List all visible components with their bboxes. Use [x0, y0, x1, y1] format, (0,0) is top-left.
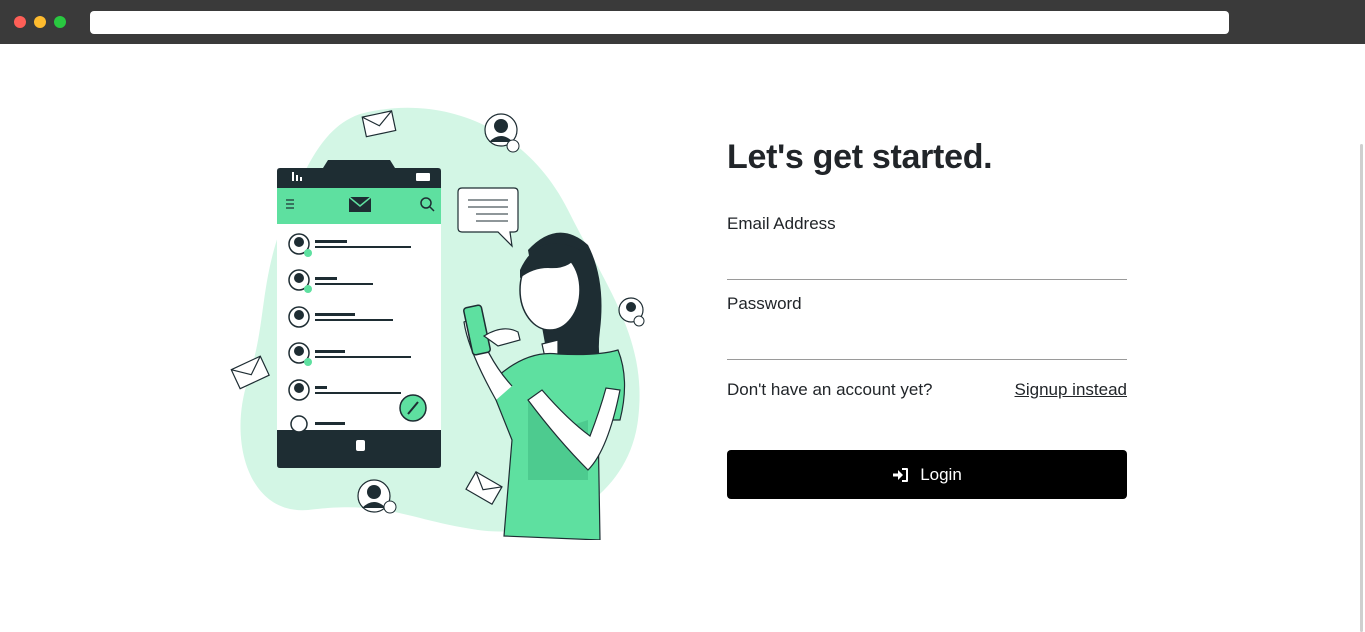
woman-with-phone-illustration — [230, 107, 645, 540]
close-window-button[interactable] — [14, 16, 26, 28]
email-field[interactable] — [727, 234, 1127, 280]
browser-chrome — [0, 0, 1365, 44]
maximize-window-button[interactable] — [54, 16, 66, 28]
signup-prompt: Don't have an account yet? — [727, 380, 933, 399]
sign-in-icon — [893, 467, 909, 482]
signup-link[interactable]: Signup instead — [1015, 380, 1127, 400]
login-page — [0, 44, 1365, 632]
login-label: Login — [920, 464, 962, 484]
login-button[interactable]: Login — [727, 450, 1127, 499]
address-bar[interactable] — [90, 11, 1229, 34]
password-label: Password — [727, 294, 802, 313]
email-label: Email Address — [727, 214, 836, 233]
password-field[interactable] — [727, 314, 1127, 360]
scrollbar[interactable] — [1360, 144, 1363, 632]
page-title: Let's get started. — [727, 138, 993, 176]
signup-row: Don't have an account yet? Signup instea… — [727, 380, 1127, 400]
login-form: Let's get started. Email Address Passwor… — [727, 138, 1127, 499]
minimize-window-button[interactable] — [34, 16, 46, 28]
